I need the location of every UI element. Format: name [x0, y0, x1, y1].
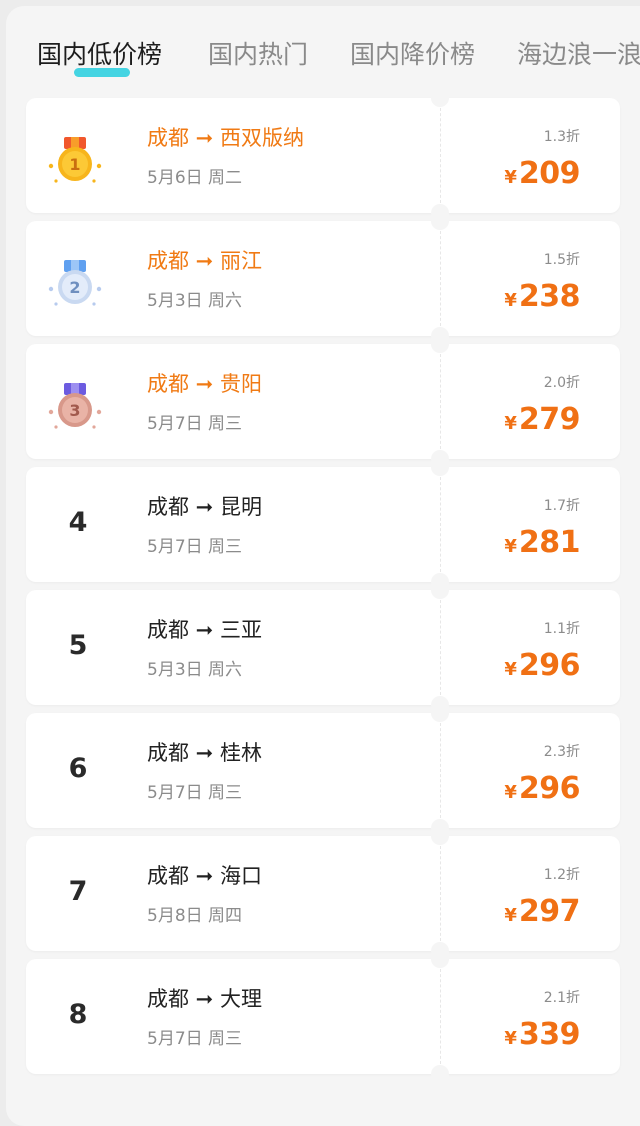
ticket-divider [440, 354, 441, 449]
list-item[interactable]: 4 成都 ➞ 昆明 5月7日 周三 1.7折 ¥281 [26, 458, 620, 591]
price-amount: 281 [518, 525, 581, 560]
list-item[interactable]: 3 成都 ➞ 贵阳 5月7日 周三 2.0折 ¥279 [26, 335, 620, 468]
route-label: 成都 ➞ 桂林 [147, 741, 262, 765]
currency-symbol: ¥ [504, 1028, 517, 1049]
ticket-notch [431, 335, 449, 353]
rank-number: 7 [68, 876, 88, 907]
ticket-notch [431, 1065, 449, 1083]
ticket-notch [431, 89, 449, 107]
route-label: 成都 ➞ 西双版纳 [147, 126, 304, 150]
rank-number: 5 [68, 630, 88, 661]
discount-label: 2.3折 [543, 744, 580, 760]
flight-date: 5月3日 周六 [147, 291, 243, 311]
ticket-divider [440, 846, 441, 941]
tab-domestic-popular[interactable]: 国内热门 [208, 40, 308, 70]
currency-symbol: ¥ [504, 659, 517, 680]
price-label: ¥296 [504, 648, 580, 683]
price-amount: 339 [518, 1017, 581, 1052]
list-item[interactable]: 2 成都 ➞ 丽江 5月3日 周六 1.5折 ¥238 [26, 212, 620, 345]
gold-medal-icon: 1 [42, 131, 108, 197]
route-label: 成都 ➞ 丽江 [147, 249, 262, 273]
ranking-tabs: 国内低价榜 国内热门 国内降价榜 海边浪一浪 [6, 6, 640, 96]
price-label: ¥297 [504, 894, 580, 929]
flight-date: 5月8日 周四 [147, 906, 243, 926]
discount-label: 2.1折 [543, 990, 580, 1006]
discount-label: 1.1折 [543, 621, 580, 637]
svg-text:2: 2 [69, 278, 80, 297]
flight-date: 5月6日 周二 [147, 168, 243, 188]
ticket-divider [440, 600, 441, 695]
ticket-divider [440, 969, 441, 1064]
list-item[interactable]: 7 成都 ➞ 海口 5月8日 周四 1.2折 ¥297 [26, 827, 620, 960]
ticket-notch [431, 212, 449, 230]
price-amount: 296 [518, 771, 581, 806]
price-label: ¥238 [504, 279, 580, 314]
ticket-divider [440, 231, 441, 326]
ticket-notch [431, 704, 449, 722]
ticket-notch [431, 827, 449, 845]
ticket-notch [431, 950, 449, 968]
flight-date: 5月7日 周三 [147, 414, 243, 434]
price-amount: 297 [518, 894, 581, 929]
price-label: ¥279 [504, 402, 580, 437]
tab-domestic-low-price[interactable]: 国内低价榜 [37, 40, 162, 70]
discount-label: 2.0折 [543, 375, 580, 391]
list-item[interactable]: 8 成都 ➞ 大理 5月7日 周三 2.1折 ¥339 [26, 950, 620, 1083]
discount-label: 1.7折 [543, 498, 580, 514]
list-item[interactable]: 5 成都 ➞ 三亚 5月3日 周六 1.1折 ¥296 [26, 581, 620, 714]
ticket-notch [431, 581, 449, 599]
currency-symbol: ¥ [504, 413, 517, 434]
ticket-divider [440, 723, 441, 818]
route-label: 成都 ➞ 大理 [147, 987, 262, 1011]
ticket-notch [431, 458, 449, 476]
currency-symbol: ¥ [504, 905, 517, 926]
list-item[interactable]: 1 成都 ➞ 西双版纳 5月6日 周二 1.3折 ¥209 [26, 89, 620, 222]
route-label: 成都 ➞ 昆明 [147, 495, 262, 519]
price-label: ¥281 [504, 525, 580, 560]
currency-symbol: ¥ [504, 290, 517, 311]
tab-seaside[interactable]: 海边浪一浪 [517, 40, 640, 70]
ranking-panel: 国内低价榜 国内热门 国内降价榜 海边浪一浪 1 成都 ➞ 西双版纳 5月6日 … [6, 6, 640, 1126]
svg-text:1: 1 [69, 155, 80, 174]
price-amount: 238 [518, 279, 581, 314]
discount-label: 1.2折 [543, 867, 580, 883]
flight-date: 5月7日 周三 [147, 783, 243, 803]
flight-list: 1 成都 ➞ 西双版纳 5月6日 周二 1.3折 ¥209 2 成都 ➞ 丽江 … [26, 89, 620, 1083]
ticket-divider [440, 477, 441, 572]
list-item[interactable]: 6 成都 ➞ 桂林 5月7日 周三 2.3折 ¥296 [26, 704, 620, 837]
svg-text:3: 3 [69, 401, 80, 420]
discount-label: 1.3折 [543, 129, 580, 145]
price-label: ¥209 [504, 156, 580, 191]
ticket-divider [440, 108, 441, 203]
route-label: 成都 ➞ 海口 [147, 864, 262, 888]
flight-date: 5月3日 周六 [147, 660, 243, 680]
price-amount: 209 [518, 156, 581, 191]
price-label: ¥296 [504, 771, 580, 806]
rank-number: 6 [68, 753, 88, 784]
tab-domestic-price-drop[interactable]: 国内降价榜 [350, 40, 475, 70]
silver-medal-icon: 2 [42, 254, 108, 320]
price-amount: 296 [518, 648, 581, 683]
route-label: 成都 ➞ 贵阳 [147, 372, 262, 396]
price-label: ¥339 [504, 1017, 580, 1052]
discount-label: 1.5折 [543, 252, 580, 268]
rank-number: 8 [68, 999, 88, 1030]
bronze-medal-icon: 3 [42, 377, 108, 443]
flight-date: 5月7日 周三 [147, 1029, 243, 1049]
flight-date: 5月7日 周三 [147, 537, 243, 557]
currency-symbol: ¥ [504, 536, 517, 557]
rank-number: 4 [68, 507, 88, 538]
route-label: 成都 ➞ 三亚 [147, 618, 262, 642]
currency-symbol: ¥ [504, 782, 517, 803]
price-amount: 279 [518, 402, 581, 437]
currency-symbol: ¥ [504, 167, 517, 188]
